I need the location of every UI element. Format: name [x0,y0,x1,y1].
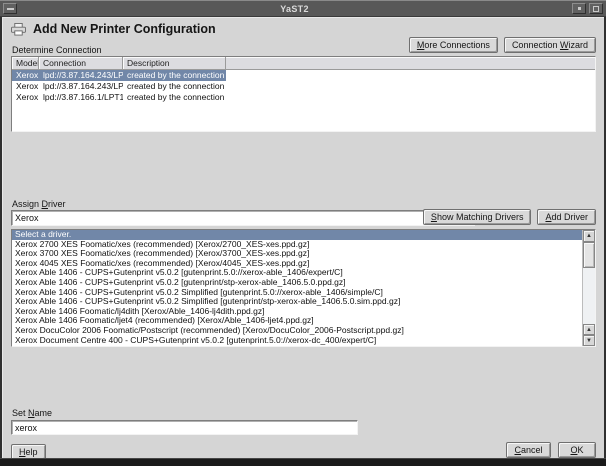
add-driver-button[interactable]: Add Driver [537,209,596,225]
maximize-icon [593,6,599,12]
connection-row-selected[interactable]: Xerox lpd://3.87.164.243/LPT1 created by… [12,70,595,81]
driver-list-item[interactable]: Xerox Able 1406 Foomatic/lj4dith [Xerox/… [12,307,582,317]
window-titlebar[interactable]: YaST2 [0,0,606,17]
scroll-up-icon: ▲ [586,327,592,333]
column-header-filler [226,57,595,70]
button-label: More Connections [417,40,490,50]
connection-row[interactable]: Xerox lpd://3.87.166.1/LPT1 created by t… [12,92,595,103]
page-title: Add New Printer Configuration [33,22,216,36]
maximize-button[interactable] [589,3,603,14]
button-label: Help [19,447,38,457]
cell-description: created by the connection wizard [123,81,226,92]
driver-search-input[interactable] [11,210,475,226]
column-header-connection[interactable]: Connection [39,57,123,70]
driver-buttons: Show Matching Drivers Add Driver [423,209,596,225]
iconify-icon [578,7,581,10]
cell-model: Xerox [12,81,39,92]
driver-list-item[interactable]: Xerox Able 1406 - CUPS+Gutenprint v5.0.2… [12,288,582,298]
button-label: OK [570,445,583,455]
driver-list-scrollbar[interactable]: ▲ ▲ ▼ [582,230,595,346]
footer-right: Cancel OK [506,442,596,458]
set-name-label: Set Name [12,408,52,418]
button-label: Add Driver [545,212,588,222]
driver-list-item[interactable]: Xerox Able 1406 - CUPS+Gutenprint v5.0.2… [12,297,582,307]
scroll-up-button-bottom[interactable]: ▲ [583,324,595,335]
column-header-model[interactable]: Model [12,57,39,70]
scroll-down-button[interactable]: ▼ [583,335,595,346]
scrollbar-bottom-buttons: ▲ ▼ [583,324,595,346]
iconify-button[interactable] [572,3,586,14]
assign-driver-label: Assign Driver [12,199,66,209]
driver-list-item[interactable]: Xerox 4045 XES Foomatic/xes (recommended… [12,259,582,269]
connection-table-header: Model Connection Description [12,57,595,70]
connection-table: Model Connection Description Xerox lpd:/… [11,56,596,132]
connection-row[interactable]: Xerox lpd://3.87.164.243/LPT1 created by… [12,81,595,92]
button-label: Show Matching Drivers [431,212,524,222]
cancel-button[interactable]: Cancel [506,442,551,458]
cell-connection: lpd://3.87.166.1/LPT1 [39,92,123,103]
cell-description: created by the connection wizard [123,92,226,103]
scroll-up-button[interactable]: ▲ [583,230,595,242]
driver-list-item[interactable]: Xerox Able 1406 Foomatic/ljet4 (recommen… [12,316,582,326]
ok-button[interactable]: OK [558,442,596,458]
column-header-description[interactable]: Description [123,57,226,70]
driver-list-item[interactable]: Xerox DocuColor 2006 Foomatic/Postscript… [12,326,582,336]
determine-connection-label: Determine Connection [12,45,102,55]
window-menu-button[interactable] [3,3,17,14]
connection-buttons: More Connections Connection Wizard [409,37,596,53]
button-label: Cancel [514,445,542,455]
driver-list-items: Select a driver. Xerox 2700 XES Foomatic… [12,230,582,346]
cell-connection: lpd://3.87.164.243/LPT1 [39,70,123,81]
driver-list-item[interactable]: Xerox 3700 XES Foomatic/xes (recommended… [12,249,582,259]
driver-list: Select a driver. Xerox 2700 XES Foomatic… [11,229,596,347]
page-header: Add New Printer Configuration [11,22,216,36]
scroll-down-icon: ▼ [586,338,592,344]
cell-connection: lpd://3.87.164.243/LPT1 [39,81,123,92]
more-connections-button[interactable]: More Connections [409,37,498,53]
cell-description: created by the connection wizard [123,70,226,81]
printer-name-input[interactable] [11,420,358,435]
scroll-up-icon: ▲ [586,233,592,239]
driver-list-item-selected[interactable]: Select a driver. [12,230,582,240]
show-matching-drivers-button[interactable]: Show Matching Drivers [423,209,532,225]
cell-model: Xerox [12,70,39,81]
driver-list-item[interactable]: Xerox 2700 XES Foomatic/xes (recommended… [12,240,582,250]
window-menu-icon [7,8,14,10]
connection-wizard-button[interactable]: Connection Wizard [504,37,596,53]
dialog-content: Add New Printer Configuration Determine … [2,17,604,458]
printer-icon [11,23,26,36]
driver-list-item[interactable]: Xerox Able 1406 - CUPS+Gutenprint v5.0.2… [12,268,582,278]
scrollbar-thumb[interactable] [583,242,595,268]
cell-model: Xerox [12,92,39,103]
driver-list-item[interactable]: Xerox Able 1406 - CUPS+Gutenprint v5.0.2… [12,278,582,288]
button-label: Connection Wizard [512,40,588,50]
yast-window: YaST2 Add New Printer Configuration Dete… [0,0,606,466]
window-title: YaST2 [17,4,572,14]
driver-list-item[interactable]: Xerox Document Centre 400 - CUPS+Gutenpr… [12,336,582,346]
window-controls [572,3,603,14]
window-frame-bottom [0,458,606,466]
